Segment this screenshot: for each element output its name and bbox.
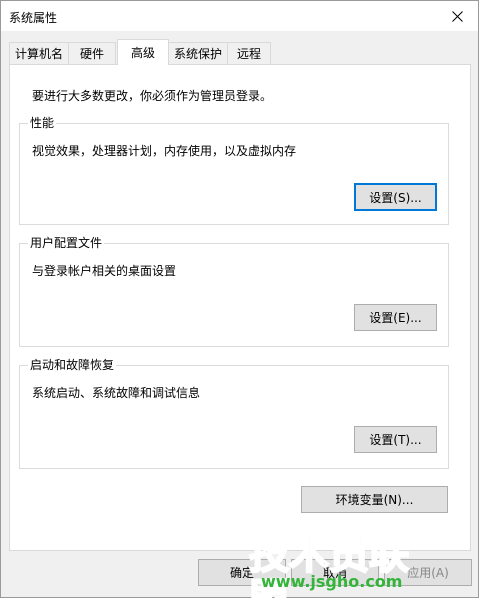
window-title: 系统属性 — [9, 11, 58, 25]
watermark-url: www.jsgho.com — [261, 572, 403, 591]
user-profiles-description: 与登录帐户相关的桌面设置 — [32, 264, 177, 278]
title-bar[interactable]: 系统属性 — [1, 1, 478, 31]
user-profiles-settings-button[interactable]: 设置(E)... — [354, 304, 437, 331]
user-profiles-group: 用户配置文件 与登录帐户相关的桌面设置 设置(E)... — [19, 236, 449, 347]
tab-hardware[interactable]: 硬件 — [68, 42, 116, 64]
site-watermark: 技术员联盟 www.jsgho.com — [248, 532, 439, 598]
tab-system-protection[interactable]: 系统保护 — [168, 42, 228, 64]
close-button[interactable] — [436, 1, 478, 31]
system-properties-window: 系统属性 计算机名 硬件 高级 系统保护 远程 要进行大多数更改，你必须作为管理… — [0, 0, 479, 598]
startup-recovery-description: 系统启动、系统故障和调试信息 — [32, 386, 201, 400]
user-profiles-label: 用户配置文件 — [28, 236, 105, 250]
admin-notice: 要进行大多数更改，你必须作为管理员登录。 — [32, 89, 273, 103]
startup-recovery-label: 启动和故障恢复 — [28, 358, 117, 372]
tab-advanced[interactable]: 高级 — [117, 39, 169, 65]
advanced-tab-panel: 要进行大多数更改，你必须作为管理员登录。 性能 视觉效果，处理器计划，内存使用，… — [9, 64, 471, 551]
environment-variables-button[interactable]: 环境变量(N)... — [301, 486, 448, 513]
performance-group: 性能 视觉效果，处理器计划，内存使用，以及虚拟内存 设置(S)... — [19, 116, 449, 225]
startup-recovery-group: 启动和故障恢复 系统启动、系统故障和调试信息 设置(T)... — [19, 358, 449, 469]
performance-description: 视觉效果，处理器计划，内存使用，以及虚拟内存 — [32, 144, 297, 158]
tab-remote[interactable]: 远程 — [227, 42, 271, 64]
performance-label: 性能 — [28, 116, 57, 130]
performance-settings-button[interactable]: 设置(S)... — [354, 183, 437, 211]
tab-computer-name[interactable]: 计算机名 — [9, 42, 69, 64]
close-icon — [451, 10, 463, 22]
startup-recovery-settings-button[interactable]: 设置(T)... — [354, 426, 437, 453]
